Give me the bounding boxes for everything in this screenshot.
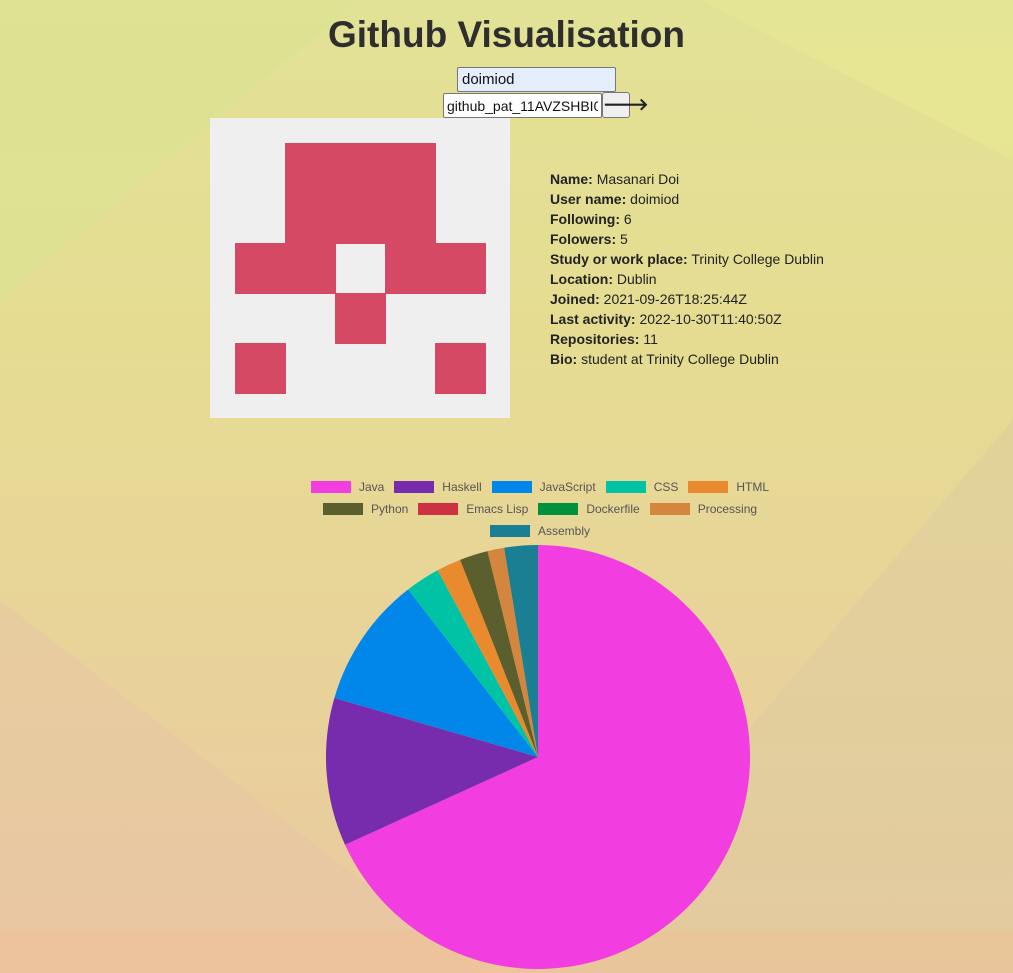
legend-swatch bbox=[538, 503, 579, 515]
legend-label: Haskell bbox=[442, 480, 482, 494]
legend-row: Assembly bbox=[280, 520, 800, 542]
avatar bbox=[210, 118, 510, 418]
profile-last-activity: Last activity: 2022-10-30T11:40:50Z bbox=[550, 311, 782, 327]
legend-label: Emacs Lisp bbox=[466, 502, 529, 516]
legend-label: Processing bbox=[697, 502, 758, 516]
arrow-right-icon: 🡒 bbox=[603, 95, 649, 115]
legend-row: Java Haskell JavaScript CSS HTML bbox=[280, 476, 800, 498]
profile-repositories: Repositories: 11 bbox=[550, 331, 658, 347]
legend-item[interactable]: Assembly bbox=[489, 524, 590, 538]
legend-label: HTML bbox=[736, 480, 770, 494]
profile-name: Name: Masanari Doi bbox=[550, 171, 680, 187]
legend-item[interactable]: Processing bbox=[649, 502, 758, 516]
profile-followers: Folowers: 5 bbox=[550, 231, 628, 247]
legend-item[interactable]: JavaScript bbox=[491, 480, 596, 494]
legend-item[interactable]: Python bbox=[322, 502, 409, 516]
legend-label: CSS bbox=[653, 480, 679, 494]
legend-label: Assembly bbox=[537, 524, 590, 538]
legend-row: Python Emacs Lisp Dockerfile Processing bbox=[280, 498, 800, 520]
avatar-block bbox=[335, 293, 386, 344]
legend-label: Java bbox=[358, 480, 385, 494]
legend-item[interactable]: CSS bbox=[605, 480, 679, 494]
avatar-block bbox=[235, 343, 286, 394]
username-input[interactable] bbox=[457, 67, 616, 92]
profile-username: User name: doimiod bbox=[550, 191, 680, 207]
legend-swatch bbox=[418, 503, 459, 515]
profile-info: Name: Masanari Doi User name: doimiod Fo… bbox=[550, 169, 824, 369]
legend-swatch bbox=[394, 481, 435, 493]
legend-label: JavaScript bbox=[539, 480, 596, 494]
chart-legend: Java Haskell JavaScript CSS HTML Python Emacs … bbox=[280, 476, 800, 542]
token-input[interactable] bbox=[443, 93, 602, 118]
legend-item[interactable]: Java bbox=[310, 480, 385, 494]
legend-item[interactable]: Haskell bbox=[394, 480, 482, 494]
legend-swatch bbox=[310, 481, 351, 493]
legend-item[interactable]: Emacs Lisp bbox=[418, 502, 528, 516]
avatar-block bbox=[435, 343, 486, 394]
legend-swatch bbox=[489, 525, 530, 537]
legend-item[interactable]: Dockerfile bbox=[538, 502, 640, 516]
page-title: Github Visualisation bbox=[327, 14, 686, 55]
legend-swatch bbox=[605, 481, 646, 493]
legend-swatch bbox=[491, 481, 532, 493]
profile-workplace: Study or work place: Trinity College Dub… bbox=[550, 251, 824, 267]
legend-swatch bbox=[649, 503, 690, 515]
profile-location: Location: Dublin bbox=[550, 271, 657, 287]
language-pie-chart bbox=[326, 545, 750, 969]
avatar-block bbox=[235, 243, 336, 294]
legend-label: Dockerfile bbox=[586, 502, 640, 516]
legend-swatch bbox=[322, 503, 363, 515]
profile-bio: Bio: student at Trinity College Dublin bbox=[550, 351, 779, 367]
profile-following: Following: 6 bbox=[550, 211, 632, 227]
profile-joined: Joined: 2021-09-26T18:25:44Z bbox=[550, 291, 747, 307]
submit-button[interactable]: 🡒 bbox=[602, 92, 649, 118]
legend-label: Python bbox=[370, 502, 409, 516]
legend-swatch bbox=[688, 481, 729, 493]
avatar-block bbox=[285, 143, 436, 244]
avatar-block bbox=[385, 243, 486, 294]
legend-item[interactable]: HTML bbox=[688, 480, 769, 494]
